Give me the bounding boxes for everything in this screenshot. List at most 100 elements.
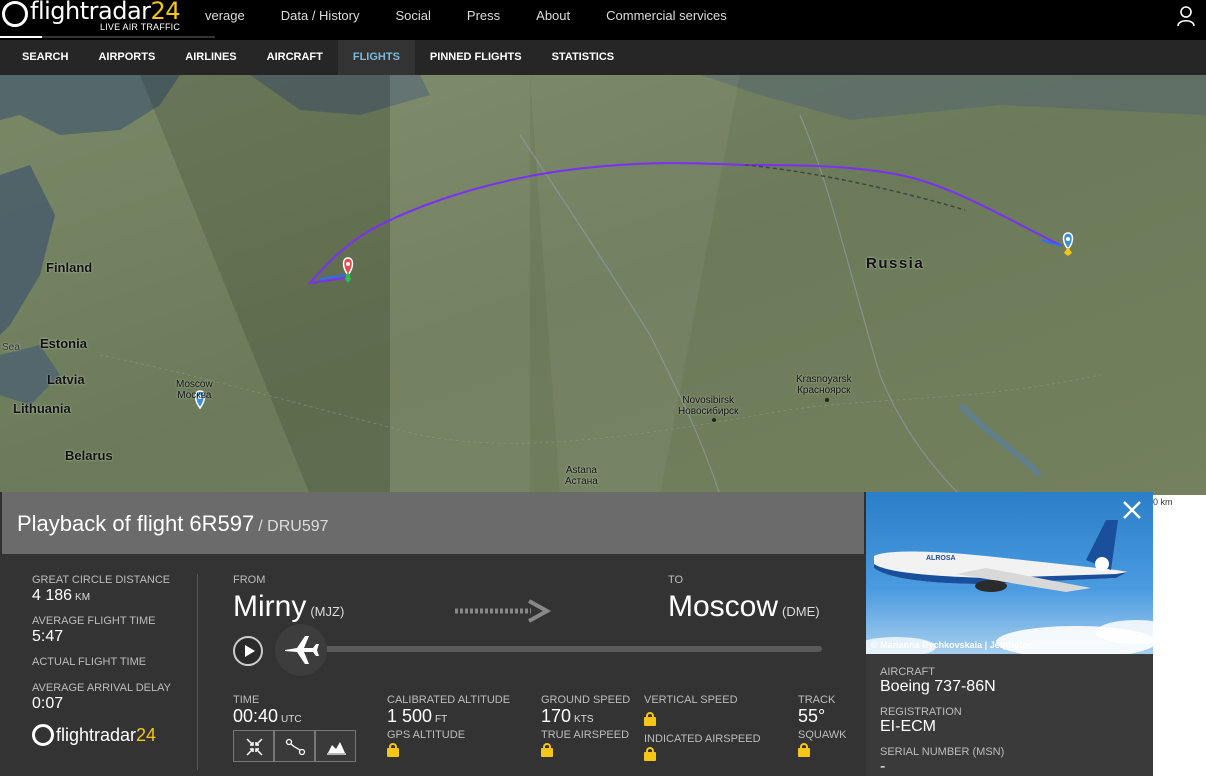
vertical-speed-stat: VERTICAL SPEED INDICATED AIRSPEED (644, 694, 761, 764)
great-circle-distance-label: GREAT CIRCLE DISTANCE (32, 574, 171, 586)
map-label-novosibirsk: Novosibirsk Новосибирск (678, 395, 739, 417)
flight-map[interactable]: Finland Estonia Latvia Lithuania Belarus… (0, 75, 1206, 495)
map-terrain (0, 75, 1206, 495)
flight-statistics: GREAT CIRCLE DISTANCE 4 186 KM AVERAGE FL… (32, 574, 197, 723)
subnav-statistics[interactable]: STATISTICS (537, 40, 630, 75)
top-nav: verage Data / History Social Press About… (205, 0, 763, 32)
sub-nav: SEARCH AIRPORTS AIRLINES AIRCRAFT FLIGHT… (0, 40, 1206, 75)
airplane-icon (285, 636, 319, 664)
graph-view-button[interactable] (315, 730, 356, 762)
ground-speed-label: GROUND SPEED (541, 694, 631, 706)
stats-divider (197, 574, 198, 770)
logo-circle-icon (2, 1, 28, 27)
subnav-airlines[interactable]: AIRLINES (170, 40, 251, 75)
calibrated-altitude-stat: CALIBRATED ALTITUDE 1 500 FT GPS ALTITUDE (387, 694, 510, 760)
close-icon[interactable] (1120, 498, 1144, 522)
view-buttons (233, 730, 356, 762)
map-label-astana: Astana Астана (565, 465, 598, 487)
map-label-latvia: Latvia (47, 372, 85, 387)
topnav-data-history[interactable]: Data / History (281, 0, 360, 32)
map-label-estonia: Estonia (40, 336, 87, 351)
chart-icon (327, 742, 346, 755)
lock-icon[interactable] (644, 712, 656, 726)
logo-subtitle: LIVE AIR TRAFFIC (100, 22, 181, 32)
lock-icon[interactable] (798, 743, 810, 757)
lock-icon[interactable] (644, 747, 656, 761)
playback-header: Playback of flight 6R597/ DRU597 (2, 492, 864, 554)
topnav-about[interactable]: About (536, 0, 570, 32)
lock-icon[interactable] (541, 743, 553, 757)
average-flight-time-value: 5:47 (32, 628, 64, 645)
average-flight-time-label: AVERAGE FLIGHT TIME (32, 615, 156, 627)
to-city[interactable]: Moscow (DME) (668, 590, 820, 624)
map-label-belarus: Belarus (65, 448, 113, 463)
subnav-pinned-flights[interactable]: PINNED FLIGHTS (415, 40, 537, 75)
great-circle-distance-value: 4 186 KM (32, 587, 91, 604)
subnav-airports[interactable]: AIRPORTS (83, 40, 170, 75)
route-to: TO Moscow (DME) (668, 574, 820, 624)
flightradar24-logo[interactable]: flightradar24 LIVE AIR TRAFFIC (0, 0, 215, 40)
registration-label: REGISTRATION (880, 706, 962, 718)
playback-timeline[interactable] (290, 646, 822, 652)
subnav-aircraft[interactable]: AIRCRAFT (252, 40, 338, 75)
lock-icon[interactable] (387, 743, 399, 757)
vertical-speed-label: VERTICAL SPEED (644, 694, 738, 706)
play-button[interactable] (233, 636, 263, 666)
logo-circle-icon (32, 724, 54, 746)
aircraft-type-value: Boeing 737-86N (880, 678, 996, 695)
route-arrow-icon (455, 599, 552, 623)
topnav-commercial-services[interactable]: Commercial services (606, 0, 727, 32)
ground-speed-value: 170 KTS (541, 706, 594, 726)
photo-credit[interactable]: © Marianna Rychkovskaia | Jetphotos (871, 640, 1033, 650)
serial-number-label: SERIAL NUMBER (MSN) (880, 746, 1005, 758)
to-label: TO (668, 574, 684, 586)
user-icon[interactable] (1176, 4, 1200, 28)
map-label-moscow: Moscow Москва (176, 379, 213, 401)
indicated-airspeed-label: INDICATED AIRSPEED (644, 733, 761, 745)
actual-flight-time-label: ACTUAL FLIGHT TIME (32, 656, 147, 668)
right-strip (1153, 495, 1206, 776)
topnav-press[interactable]: Press (467, 0, 500, 32)
from-city[interactable]: Mirny (MJZ) (233, 590, 344, 624)
top-bar: flightradar24 LIVE AIR TRAFFIC verage Da… (0, 0, 1206, 40)
average-arrival-delay-label: AVERAGE ARRIVAL DELAY (32, 682, 171, 694)
ground-speed-stat: GROUND SPEED 170 KTS TRUE AIRSPEED (541, 694, 630, 760)
track-value: 55° (798, 706, 826, 726)
aircraft-panel: ALROSA © Marianna Rychkovskaia | Jetphot… (866, 492, 1153, 776)
route-view-button[interactable] (274, 730, 315, 762)
map-label-russia: Russia (866, 255, 925, 272)
fit-route-button[interactable] (233, 730, 274, 762)
map-label-krasnoyarsk: Krasnoyarsk Красноярск (796, 374, 852, 396)
time-value: 00:40 UTC (233, 706, 302, 726)
flightradar24-panel-logo: flightradar24 (32, 724, 156, 746)
topnav-social[interactable]: Social (396, 0, 431, 32)
playback-title: Playback of flight 6R597/ DRU597 (17, 511, 329, 536)
callsign: / DRU597 (258, 518, 329, 535)
aircraft-photo[interactable]: ALROSA © Marianna Rychkovskaia | Jetphot… (866, 492, 1153, 654)
topnav-coverage[interactable]: verage (205, 0, 245, 32)
timeline-handle[interactable] (275, 624, 327, 676)
map-label-lithuania: Lithuania (13, 401, 71, 416)
serial-number-value: - (880, 758, 886, 775)
average-arrival-delay-value: 0:07 (32, 695, 64, 712)
collapse-arrows-icon (246, 738, 263, 756)
calibrated-altitude-value: 1 500 FT (387, 706, 448, 726)
track-label: TRACK (798, 694, 836, 706)
logo-underline (0, 36, 215, 38)
map-scale: 0 km (1153, 497, 1173, 507)
time-label: TIME (233, 694, 260, 706)
map-label-sea: Sea (2, 342, 20, 353)
registration-value[interactable]: EI-ECM (880, 718, 1004, 736)
route-icon (285, 738, 306, 756)
route-from: FROM Mirny (MJZ) (233, 574, 344, 624)
time-stat: TIME 00:40 UTC (233, 694, 302, 727)
subnav-flights[interactable]: FLIGHTS (337, 40, 415, 75)
subnav-search[interactable]: SEARCH (0, 40, 83, 75)
track-stat: TRACK 55° SQUAWK (798, 694, 847, 760)
calibrated-altitude-label: CALIBRATED ALTITUDE (387, 694, 511, 706)
aircraft-info: AIRCRAFT Boeing 737-86N REGISTRATION EI-… (880, 666, 1004, 776)
true-airspeed-label: TRUE AIRSPEED (541, 729, 630, 741)
svg-text:ALROSA: ALROSA (926, 555, 956, 562)
map-label-finland: Finland (46, 260, 93, 275)
squawk-label: SQUAWK (798, 729, 847, 741)
